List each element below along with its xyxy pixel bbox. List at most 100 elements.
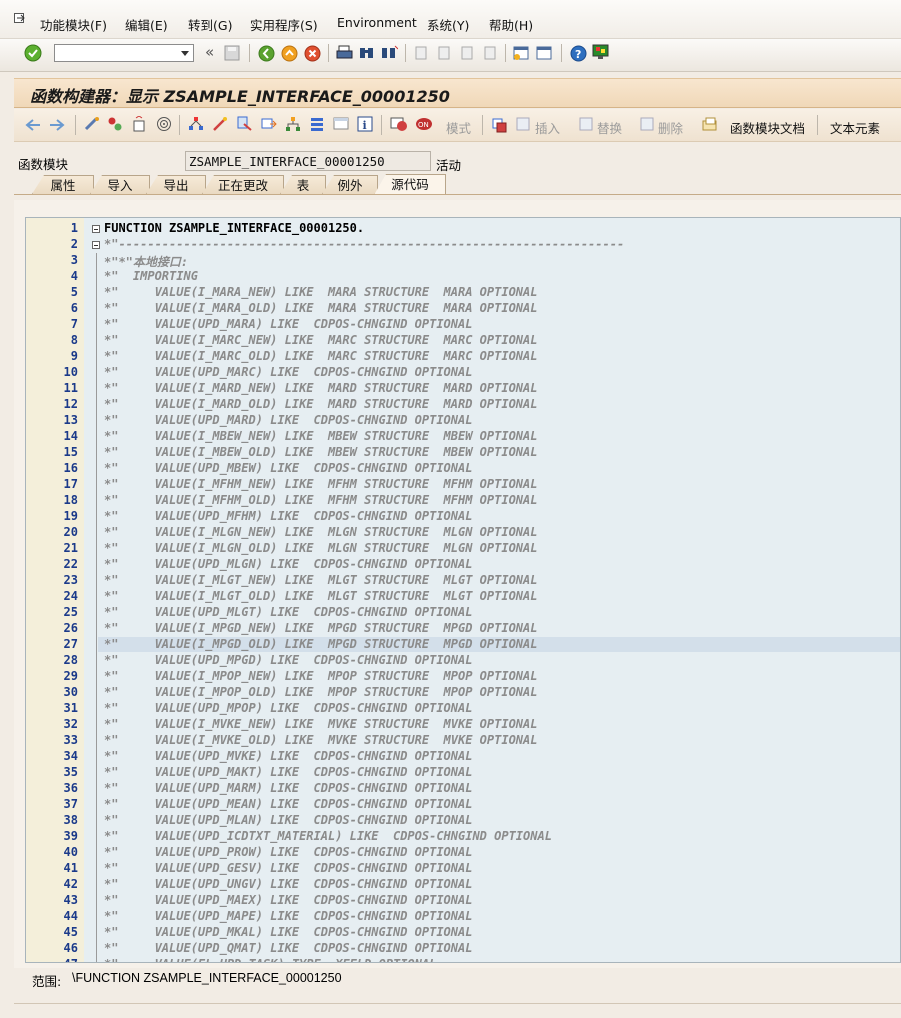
mode-button[interactable]: 模式 <box>446 118 471 137</box>
code-line[interactable]: *"--------------------------------------… <box>104 237 624 251</box>
tab-changing[interactable]: 正在更改 <box>202 175 284 194</box>
code-line[interactable]: *" VALUE(I_MARC_OLD) LIKE MARC STRUCTURE… <box>104 349 537 363</box>
fold-toggle-icon[interactable] <box>92 241 100 249</box>
code-line[interactable]: *" VALUE(I_MARC_NEW) LIKE MARC STRUCTURE… <box>104 333 537 347</box>
code-line[interactable]: *" VALUE(I_MFHM_NEW) LIKE MFHM STRUCTURE… <box>104 477 537 491</box>
source-code-editor[interactable]: 1 FUNCTION ZSAMPLE_INTERFACE_00001250. 2 *"… <box>25 217 901 963</box>
previous-page-icon[interactable] <box>436 45 452 61</box>
system-menu-icon[interactable] <box>14 13 26 24</box>
shortcut-icon[interactable] <box>536 45 552 61</box>
code-line[interactable]: *" VALUE(EL_UPD_TASK) TYPE XFELD OPTIONA… <box>104 957 436 962</box>
code-line[interactable]: *" VALUE(I_MPGD_NEW) LIKE MPGD STRUCTURE… <box>104 621 537 635</box>
replace-button[interactable]: 替换 <box>597 118 622 137</box>
code-line[interactable]: *" VALUE(I_MLGT_OLD) LIKE MLGT STRUCTURE… <box>104 589 537 603</box>
check-icon[interactable] <box>131 116 147 132</box>
insert-button[interactable]: 插入 <box>535 118 560 137</box>
code-line[interactable]: *" VALUE(UPD_MLAN) LIKE CDPOS-CHNGIND OP… <box>104 813 472 827</box>
code-line[interactable]: *" VALUE(UPD_MBEW) LIKE CDPOS-CHNGIND OP… <box>104 461 472 475</box>
save-icon[interactable] <box>224 45 240 61</box>
next-page-icon[interactable] <box>459 45 475 61</box>
menu-system[interactable]: 系统(Y) <box>427 15 469 34</box>
code-line[interactable]: *" VALUE(I_MVKE_OLD) LIKE MVKE STRUCTURE… <box>104 733 537 747</box>
code-line[interactable]: *" VALUE(I_MLGT_NEW) LIKE MLGT STRUCTURE… <box>104 573 537 587</box>
new-session-icon[interactable] <box>513 45 529 61</box>
insert-icon[interactable] <box>516 117 531 132</box>
menu-goto[interactable]: 转到(G) <box>188 15 232 34</box>
customize-layout-icon[interactable] <box>592 44 610 61</box>
back-arrow-icon[interactable] <box>25 118 41 132</box>
activate-icon[interactable] <box>156 116 172 132</box>
code-line[interactable]: *" VALUE(UPD_MARM) LIKE CDPOS-CHNGIND OP… <box>104 781 472 795</box>
code-line[interactable]: *" VALUE(UPD_MAPE) LIKE CDPOS-CHNGIND OP… <box>104 909 472 923</box>
code-line[interactable]: *" VALUE(UPD_MARA) LIKE CDPOS-CHNGIND OP… <box>104 317 472 331</box>
code-line[interactable]: *" VALUE(I_MARA_OLD) LIKE MARA STRUCTURE… <box>104 301 537 315</box>
code-line[interactable]: *" VALUE(I_MVKE_NEW) LIKE MVKE STRUCTURE… <box>104 717 537 731</box>
code-line[interactable]: *" VALUE(UPD_UNGV) LIKE CDPOS-CHNGIND OP… <box>104 877 472 891</box>
find-next-icon[interactable] <box>381 45 398 61</box>
code-line[interactable]: *" VALUE(I_MPOP_NEW) LIKE MPOP STRUCTURE… <box>104 669 537 683</box>
tab-import[interactable]: 导入 <box>90 175 150 194</box>
code-line[interactable]: *"*"本地接口: <box>104 253 188 270</box>
function-module-field[interactable]: ZSAMPLE_INTERFACE_00001250 <box>185 151 431 171</box>
replace-icon[interactable] <box>579 117 594 132</box>
tab-export[interactable]: 导出 <box>146 175 206 194</box>
code-line[interactable]: *" VALUE(I_MPGD_OLD) LIKE MPGD STRUCTURE… <box>104 637 537 651</box>
code-line[interactable]: *" VALUE(UPD_MPGD) LIKE CDPOS-CHNGIND OP… <box>104 653 472 667</box>
first-page-icon[interactable] <box>413 45 429 61</box>
code-line[interactable]: *" VALUE(UPD_MEAN) LIKE CDPOS-CHNGIND OP… <box>104 797 472 811</box>
info-icon[interactable]: i <box>357 116 373 132</box>
collapse-icon[interactable]: « <box>205 43 214 61</box>
frame-icon[interactable] <box>333 116 349 132</box>
code-line[interactable]: *" VALUE(I_MARA_NEW) LIKE MARA STRUCTURE… <box>104 285 537 299</box>
help-icon[interactable]: ? <box>570 45 587 62</box>
chevron-down-icon[interactable] <box>181 51 189 56</box>
cancel-icon[interactable] <box>304 45 321 62</box>
delete-button[interactable]: 删除 <box>658 118 683 137</box>
code-line[interactable]: *" VALUE(UPD_MARD) LIKE CDPOS-CHNGIND OP… <box>104 413 472 427</box>
menu-function-module[interactable]: 功能模块(F) <box>40 15 107 34</box>
code-line[interactable]: *" VALUE(UPD_MPOP) LIKE CDPOS-CHNGIND OP… <box>104 701 472 715</box>
code-line[interactable]: *" VALUE(I_MLGN_OLD) LIKE MLGN STRUCTURE… <box>104 541 537 555</box>
test-icon[interactable] <box>390 116 408 132</box>
documentation-icon[interactable] <box>702 117 718 132</box>
exit-icon[interactable] <box>281 45 298 62</box>
code-line[interactable]: *" VALUE(UPD_MVKE) LIKE CDPOS-CHNGIND OP… <box>104 749 472 763</box>
menu-edit[interactable]: 编辑(E) <box>125 15 168 34</box>
where-used-icon[interactable] <box>188 116 204 132</box>
code-line[interactable]: *" VALUE(UPD_GESV) LIKE CDPOS-CHNGIND OP… <box>104 861 472 875</box>
enter-icon[interactable] <box>24 44 42 62</box>
code-line[interactable]: *" VALUE(UPD_MKAL) LIKE CDPOS-CHNGIND OP… <box>104 925 472 939</box>
pattern-icon[interactable] <box>237 116 253 132</box>
code-line[interactable]: FUNCTION ZSAMPLE_INTERFACE_00001250. <box>104 221 364 235</box>
stack-icon[interactable] <box>309 116 325 132</box>
code-line[interactable]: *" IMPORTING <box>104 269 198 283</box>
code-line[interactable]: *" VALUE(UPD_PROW) LIKE CDPOS-CHNGIND OP… <box>104 845 472 859</box>
debug-icon[interactable]: ON <box>415 116 433 132</box>
tab-tables[interactable]: 表 <box>280 175 326 194</box>
code-line[interactable]: *" VALUE(I_MARD_OLD) LIKE MARD STRUCTURE… <box>104 397 537 411</box>
code-line[interactable]: *" VALUE(I_MLGN_NEW) LIKE MLGN STRUCTURE… <box>104 525 537 539</box>
display-change-icon[interactable] <box>84 116 100 132</box>
function-module-doc-button[interactable]: 函数模块文档 <box>730 118 805 137</box>
code-line[interactable]: *" VALUE(I_MBEW_NEW) LIKE MBEW STRUCTURE… <box>104 429 537 443</box>
code-line[interactable]: *" VALUE(UPD_MAEX) LIKE CDPOS-CHNGIND OP… <box>104 893 472 907</box>
print-icon[interactable] <box>336 45 353 61</box>
code-line[interactable]: *" VALUE(I_MPOP_OLD) LIKE MPOP STRUCTURE… <box>104 685 537 699</box>
where-used-list-icon[interactable] <box>491 117 507 133</box>
active-inactive-icon[interactable] <box>107 116 123 132</box>
code-line[interactable]: *" VALUE(UPD_MARC) LIKE CDPOS-CHNGIND OP… <box>104 365 472 379</box>
tab-exceptions[interactable]: 例外 <box>322 175 378 194</box>
back-icon[interactable] <box>258 45 275 62</box>
find-icon[interactable] <box>359 45 375 61</box>
code-line[interactable]: *" VALUE(UPD_MAKT) LIKE CDPOS-CHNGIND OP… <box>104 765 472 779</box>
delete-icon[interactable] <box>640 117 655 132</box>
tab-attributes[interactable]: 属性 <box>32 175 94 194</box>
code-line[interactable]: *" VALUE(I_MFHM_OLD) LIKE MFHM STRUCTURE… <box>104 493 537 507</box>
code-line[interactable]: *" VALUE(UPD_MFHM) LIKE CDPOS-CHNGIND OP… <box>104 509 472 523</box>
code-line[interactable]: *" VALUE(UPD_ICDTXT_MATERIAL) LIKE CDPOS… <box>104 829 552 843</box>
command-field[interactable] <box>54 44 194 62</box>
last-page-icon[interactable] <box>482 45 498 61</box>
code-line[interactable]: *" VALUE(I_MARD_NEW) LIKE MARD STRUCTURE… <box>104 381 537 395</box>
fold-toggle-icon[interactable] <box>92 225 100 233</box>
menu-utilities[interactable]: 实用程序(S) <box>250 15 318 34</box>
